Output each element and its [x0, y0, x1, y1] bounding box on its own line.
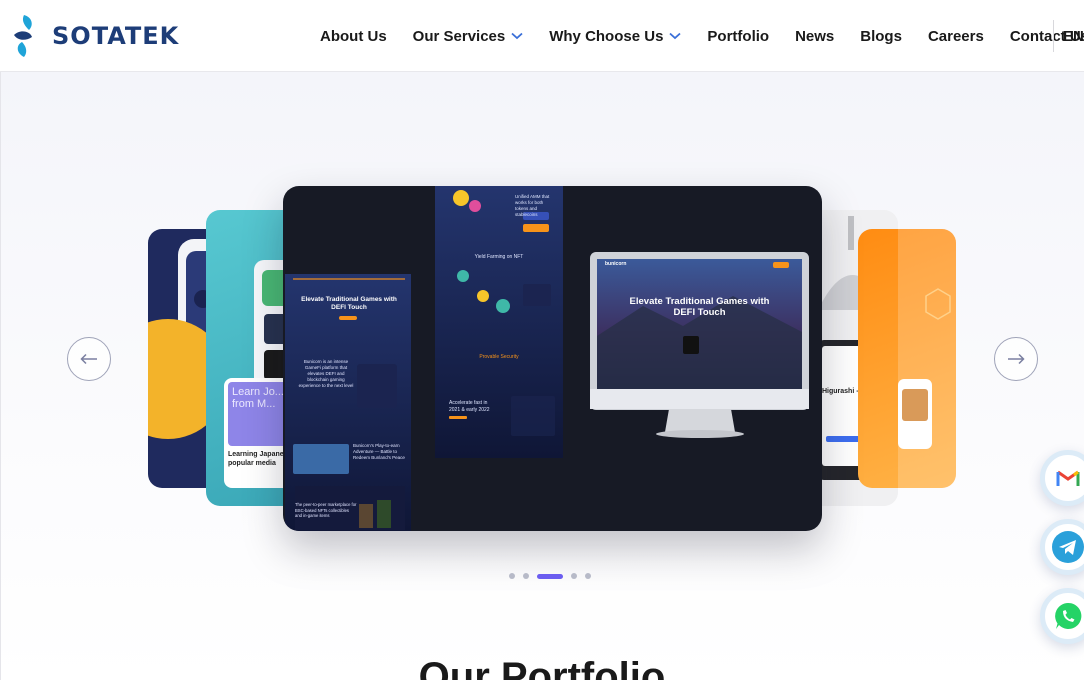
- nav-why-choose-us[interactable]: Why Choose Us: [549, 27, 682, 45]
- left-panel-heading: Elevate Traditional Games with DEFI Touc…: [301, 296, 397, 311]
- nav-label: Why Choose Us: [549, 27, 664, 45]
- carousel-dot[interactable]: [509, 573, 515, 579]
- monitor-brand: bunicorn: [605, 261, 627, 267]
- carousel-pagination: [509, 572, 599, 580]
- arrow-left-icon: [80, 353, 97, 365]
- chevron-down-icon: [669, 32, 682, 40]
- middle-panel-section3: Accelerate fast in 2021 & early 2022: [449, 400, 490, 413]
- carousel-dot[interactable]: [523, 573, 529, 579]
- language-switcher[interactable]: EN: [1053, 20, 1084, 52]
- gmail-icon: [1056, 470, 1080, 486]
- main-nav: About Us Our Services Why Choose Us Port…: [320, 0, 1084, 72]
- nav-label: Careers: [927, 27, 984, 45]
- brand-name: SOTATEK: [52, 22, 180, 50]
- middle-panel-section2: Provable Security: [479, 354, 519, 360]
- carousel-slide-active[interactable]: Elevate Traditional Games with DEFI Touc…: [283, 186, 822, 531]
- nav-blogs[interactable]: Blogs: [860, 28, 902, 45]
- slide-artwork: [898, 229, 956, 488]
- carousel-next-button[interactable]: [994, 337, 1038, 381]
- nav-portfolio[interactable]: Portfolio: [707, 28, 769, 45]
- nav-news[interactable]: News: [795, 28, 834, 45]
- telegram-icon: [1052, 531, 1084, 563]
- nav-label: Blogs: [860, 27, 902, 45]
- carousel-prev-button[interactable]: [67, 337, 111, 381]
- brand-logo[interactable]: SOTATEK: [12, 12, 179, 60]
- left-panel-footer: The peer-to-peer marketplace for BSC-bas…: [295, 502, 357, 518]
- left-panel-body: Bunicorn is an intense GameFi platform t…: [298, 359, 354, 388]
- section-title: Our Portfolio: [418, 655, 666, 680]
- nav-label: Portfolio: [707, 27, 770, 45]
- nav-label: About Us: [320, 27, 387, 45]
- monitor-heading: Elevate Traditional Games with DEFI Touc…: [629, 296, 770, 318]
- language-label: EN: [1063, 27, 1084, 45]
- carousel-slide-far-right[interactable]: [858, 229, 956, 488]
- nav-careers[interactable]: Careers: [928, 28, 984, 45]
- slide-caption: Higurashi -: [822, 388, 859, 395]
- carousel-dot[interactable]: [585, 573, 591, 579]
- middle-panel-top: Unified AMM that works for both tokens a…: [515, 194, 550, 217]
- nav-label: Our Services: [412, 27, 506, 45]
- nav-our-services[interactable]: Our Services: [413, 28, 524, 45]
- carousel-dot-active[interactable]: [537, 573, 563, 579]
- arrow-right-icon: [1008, 353, 1025, 365]
- site-header: SOTATEK About Us Our Services Why Choose…: [0, 0, 1084, 72]
- middle-panel-section1: Yield Farming on NFT: [474, 254, 524, 260]
- whatsapp-icon: [1055, 602, 1082, 629]
- chevron-down-icon: [511, 32, 523, 40]
- nav-about-us[interactable]: About Us: [320, 28, 387, 45]
- left-panel-feature: Bunicorn's Play-to-earn Adventure — Batt…: [353, 443, 405, 460]
- carousel-dot[interactable]: [571, 573, 577, 579]
- nav-label: News: [795, 27, 835, 45]
- logo-mark-icon: [14, 15, 32, 57]
